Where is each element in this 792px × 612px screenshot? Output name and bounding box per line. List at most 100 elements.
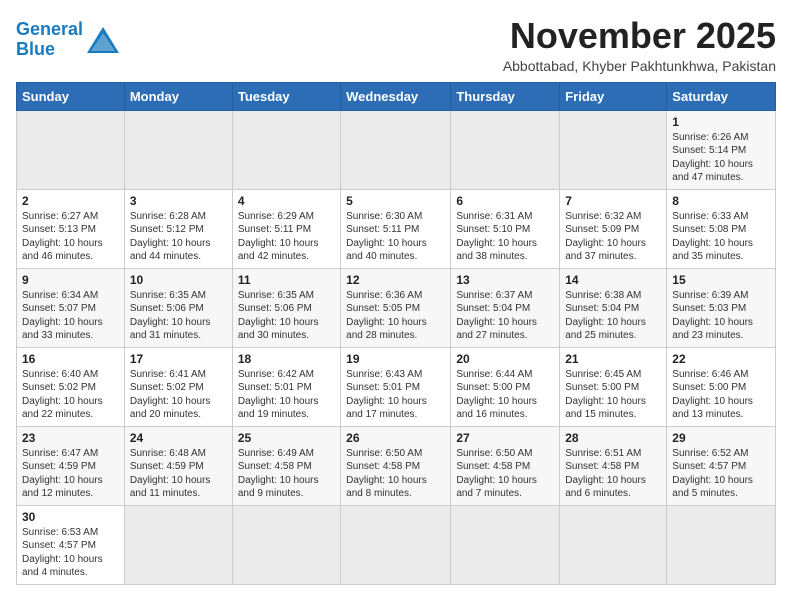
calendar-cell: 14 Sunrise: 6:38 AMSunset: 5:04 PMDayligh…	[560, 268, 667, 347]
calendar-cell	[341, 505, 451, 584]
day-number: 23	[22, 431, 119, 445]
day-number: 22	[672, 352, 770, 366]
day-info: Sunrise: 6:32 AMSunset: 5:09 PMDaylight:…	[565, 210, 661, 264]
day-number: 7	[565, 194, 661, 208]
calendar-cell: 20 Sunrise: 6:44 AMSunset: 5:00 PMDayligh…	[451, 347, 560, 426]
day-info: Sunrise: 6:35 AMSunset: 5:06 PMDaylight:…	[130, 289, 227, 343]
day-info: Sunrise: 6:46 AMSunset: 5:00 PMDaylight:…	[672, 368, 770, 422]
day-number: 26	[346, 431, 445, 445]
calendar-cell: 18Sunrise: 6:42 AMSunset: 5:01 PMDayligh…	[232, 347, 340, 426]
calendar-week-6: 30 Sunrise: 6:53 AMSunset: 4:57 PMDayligh…	[17, 505, 776, 584]
day-info: Sunrise: 6:49 AMSunset: 4:58 PMDaylight:…	[238, 447, 335, 501]
weekday-header-wednesday: Wednesday	[341, 82, 451, 110]
day-info: Sunrise: 6:45 AMSunset: 5:00 PMDaylight:…	[565, 368, 661, 422]
calendar-cell	[124, 505, 232, 584]
day-info: Sunrise: 6:28 AMSunset: 5:12 PMDaylight:…	[130, 210, 227, 264]
subtitle: Abbottabad, Khyber Pakhtunkhwa, Pakistan	[503, 58, 776, 74]
day-number: 28	[565, 431, 661, 445]
day-number: 13	[456, 273, 554, 287]
calendar-week-5: 23 Sunrise: 6:47 AMSunset: 4:59 PMDayligh…	[17, 426, 776, 505]
day-number: 21	[565, 352, 661, 366]
day-info: Sunrise: 6:50 AMSunset: 4:58 PMDaylight:…	[346, 447, 445, 501]
day-info: Sunrise: 6:48 AMSunset: 4:59 PMDaylight:…	[130, 447, 227, 501]
day-info: Sunrise: 6:36 AMSunset: 5:05 PMDaylight:…	[346, 289, 445, 343]
calendar-cell	[451, 110, 560, 189]
title-area: November 2025 Abbottabad, Khyber Pakhtun…	[503, 16, 776, 74]
calendar-cell	[451, 505, 560, 584]
calendar-cell: 17Sunrise: 6:41 AMSunset: 5:02 PMDayligh…	[124, 347, 232, 426]
calendar-cell: 3 Sunrise: 6:28 AMSunset: 5:12 PMDaylight…	[124, 189, 232, 268]
calendar-cell: 27 Sunrise: 6:50 AMSunset: 4:58 PMDayligh…	[451, 426, 560, 505]
day-info: Sunrise: 6:47 AMSunset: 4:59 PMDaylight:…	[22, 447, 119, 501]
day-number: 16	[22, 352, 119, 366]
day-info: Sunrise: 6:26 AMSunset: 5:14 PMDaylight:…	[672, 131, 770, 185]
day-number: 14	[565, 273, 661, 287]
day-info: Sunrise: 6:43 AMSunset: 5:01 PMDaylight:…	[346, 368, 445, 422]
day-info: Sunrise: 6:27 AMSunset: 5:13 PMDaylight:…	[22, 210, 119, 264]
calendar-cell	[232, 505, 340, 584]
day-number: 15	[672, 273, 770, 287]
day-info: Sunrise: 6:40 AMSunset: 5:02 PMDaylight:…	[22, 368, 119, 422]
page-header: GeneralBlue November 2025 Abbottabad, Kh…	[16, 16, 776, 74]
weekday-header-row: SundayMondayTuesdayWednesdayThursdayFrid…	[17, 82, 776, 110]
day-number: 5	[346, 194, 445, 208]
weekday-header-monday: Monday	[124, 82, 232, 110]
calendar-cell: 10 Sunrise: 6:35 AMSunset: 5:06 PMDayligh…	[124, 268, 232, 347]
day-info: Sunrise: 6:53 AMSunset: 4:57 PMDaylight:…	[22, 526, 119, 580]
day-info: Sunrise: 6:35 AMSunset: 5:06 PMDaylight:…	[238, 289, 335, 343]
day-number: 11	[238, 273, 335, 287]
calendar-cell: 21 Sunrise: 6:45 AMSunset: 5:00 PMDayligh…	[560, 347, 667, 426]
weekday-header-thursday: Thursday	[451, 82, 560, 110]
day-info: Sunrise: 6:31 AMSunset: 5:10 PMDaylight:…	[456, 210, 554, 264]
calendar-cell	[17, 110, 125, 189]
weekday-header-sunday: Sunday	[17, 82, 125, 110]
calendar-cell	[232, 110, 340, 189]
day-info: Sunrise: 6:29 AMSunset: 5:11 PMDaylight:…	[238, 210, 335, 264]
weekday-header-friday: Friday	[560, 82, 667, 110]
calendar-cell: 28 Sunrise: 6:51 AMSunset: 4:58 PMDayligh…	[560, 426, 667, 505]
month-title: November 2025	[503, 16, 776, 56]
calendar-cell: 26 Sunrise: 6:50 AMSunset: 4:58 PMDayligh…	[341, 426, 451, 505]
calendar-cell: 24 Sunrise: 6:48 AMSunset: 4:59 PMDayligh…	[124, 426, 232, 505]
calendar-week-3: 9Sunrise: 6:34 AMSunset: 5:07 PMDaylight…	[17, 268, 776, 347]
day-info: Sunrise: 6:38 AMSunset: 5:04 PMDaylight:…	[565, 289, 661, 343]
calendar-cell: 8 Sunrise: 6:33 AMSunset: 5:08 PMDaylight…	[667, 189, 776, 268]
day-info: Sunrise: 6:37 AMSunset: 5:04 PMDaylight:…	[456, 289, 554, 343]
calendar-cell: 22 Sunrise: 6:46 AMSunset: 5:00 PMDayligh…	[667, 347, 776, 426]
calendar-cell	[560, 110, 667, 189]
weekday-header-saturday: Saturday	[667, 82, 776, 110]
calendar-cell: 16 Sunrise: 6:40 AMSunset: 5:02 PMDayligh…	[17, 347, 125, 426]
day-info: Sunrise: 6:41 AMSunset: 5:02 PMDaylight:…	[130, 368, 227, 422]
logo-text: GeneralBlue	[16, 19, 83, 59]
day-info: Sunrise: 6:42 AMSunset: 5:01 PMDaylight:…	[238, 368, 335, 422]
calendar-cell	[341, 110, 451, 189]
day-number: 24	[130, 431, 227, 445]
day-number: 3	[130, 194, 227, 208]
calendar-week-4: 16 Sunrise: 6:40 AMSunset: 5:02 PMDayligh…	[17, 347, 776, 426]
day-info: Sunrise: 6:39 AMSunset: 5:03 PMDaylight:…	[672, 289, 770, 343]
day-number: 8	[672, 194, 770, 208]
day-number: 25	[238, 431, 335, 445]
calendar-cell	[124, 110, 232, 189]
calendar-cell	[667, 505, 776, 584]
logo: GeneralBlue	[16, 20, 121, 60]
day-info: Sunrise: 6:50 AMSunset: 4:58 PMDaylight:…	[456, 447, 554, 501]
day-number: 4	[238, 194, 335, 208]
calendar-cell: 12Sunrise: 6:36 AMSunset: 5:05 PMDayligh…	[341, 268, 451, 347]
calendar-cell: 7 Sunrise: 6:32 AMSunset: 5:09 PMDaylight…	[560, 189, 667, 268]
calendar-cell: 13 Sunrise: 6:37 AMSunset: 5:04 PMDayligh…	[451, 268, 560, 347]
calendar-cell: 6Sunrise: 6:31 AMSunset: 5:10 PMDaylight…	[451, 189, 560, 268]
day-number: 10	[130, 273, 227, 287]
day-number: 27	[456, 431, 554, 445]
day-info: Sunrise: 6:44 AMSunset: 5:00 PMDaylight:…	[456, 368, 554, 422]
calendar-cell: 1Sunrise: 6:26 AMSunset: 5:14 PMDaylight…	[667, 110, 776, 189]
day-number: 20	[456, 352, 554, 366]
day-info: Sunrise: 6:52 AMSunset: 4:57 PMDaylight:…	[672, 447, 770, 501]
calendar-cell: 5Sunrise: 6:30 AMSunset: 5:11 PMDaylight…	[341, 189, 451, 268]
calendar-cell: 11 Sunrise: 6:35 AMSunset: 5:06 PMDayligh…	[232, 268, 340, 347]
day-number: 30	[22, 510, 119, 524]
day-number: 9	[22, 273, 119, 287]
calendar-cell: 29Sunrise: 6:52 AMSunset: 4:57 PMDayligh…	[667, 426, 776, 505]
day-info: Sunrise: 6:51 AMSunset: 4:58 PMDaylight:…	[565, 447, 661, 501]
day-info: Sunrise: 6:33 AMSunset: 5:08 PMDaylight:…	[672, 210, 770, 264]
